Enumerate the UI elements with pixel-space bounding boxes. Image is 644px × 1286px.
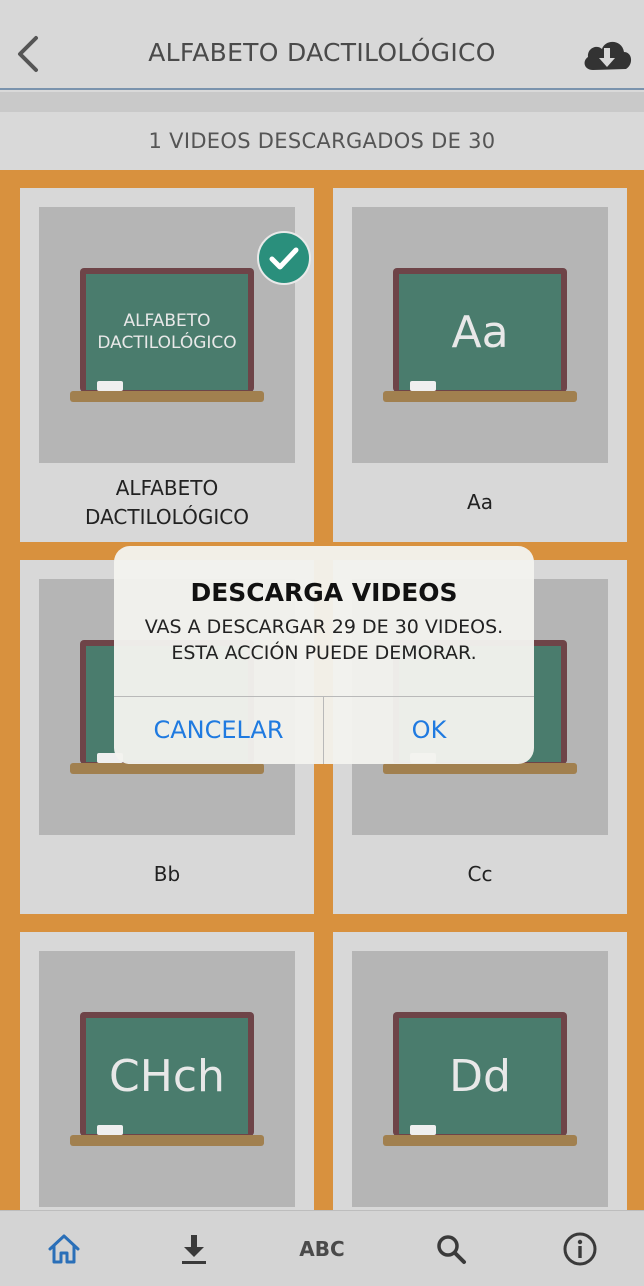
ok-button[interactable]: OK [324,697,534,764]
dialog-message: VAS A DESCARGAR 29 DE 30 VIDEOS. ESTA AC… [124,614,524,666]
dialog-message-line: VAS A DESCARGAR 29 DE 30 VIDEOS. [144,616,504,638]
dialog-message-line: ESTA ACCIÓN PUEDE DEMORAR. [171,642,477,664]
dialog-title: DESCARGA VIDEOS [190,578,458,607]
dialog-overlay: DESCARGA VIDEOS VAS A DESCARGAR 29 DE 30… [0,0,644,1286]
download-alert-dialog: DESCARGA VIDEOS VAS A DESCARGAR 29 DE 30… [114,546,534,764]
cancel-button[interactable]: CANCELAR [114,697,323,764]
